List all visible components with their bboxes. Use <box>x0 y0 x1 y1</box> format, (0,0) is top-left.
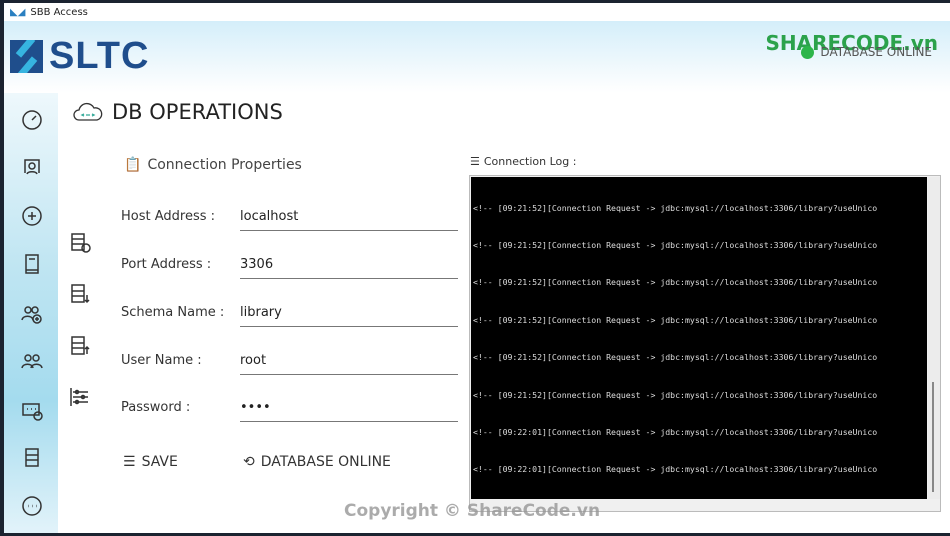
log-output: <!-- [09:21:52][Connection Request -> jd… <box>471 177 927 499</box>
schema-row: Schema Name : library <box>121 301 461 327</box>
cloud-code-icon <box>73 102 103 121</box>
app-icon: ◣◢ <box>10 6 26 18</box>
issue-icon[interactable] <box>20 399 44 423</box>
title-bar: ◣◢ SBB Access <box>4 3 950 21</box>
sync-icon: ⟲ <box>243 454 255 470</box>
log-line: <!-- [09:21:52][Connection Request -> jd… <box>473 277 878 287</box>
app-window: ◣◢ SBB Access SLTC SHARECODE.vn DATABASE… <box>4 3 950 533</box>
user-row: User Name : root <box>121 349 461 375</box>
database-online-button[interactable]: ⟲ DATABASE ONLINE <box>243 454 391 470</box>
member-icon[interactable] <box>20 155 44 179</box>
settings-sliders-icon[interactable] <box>68 385 90 407</box>
window-title: SBB Access <box>30 6 88 18</box>
log-line: <!-- [09:21:52][Connection Request -> jd… <box>473 203 878 213</box>
db-export-icon[interactable] <box>68 334 90 356</box>
password-input[interactable]: •••• <box>240 396 458 422</box>
members-icon[interactable] <box>20 349 44 373</box>
sliders-icon: ☰ <box>123 454 136 470</box>
dashboard-icon[interactable] <box>20 108 44 132</box>
host-row: Host Address : localhost <box>121 205 461 231</box>
add-members-icon[interactable] <box>20 302 44 326</box>
port-row: Port Address :3306 <box>121 253 461 279</box>
list-icon: ☰ <box>470 155 480 168</box>
status-dot-icon <box>801 45 815 59</box>
log-line: <!-- [09:21:52][Connection Request -> jd… <box>473 240 878 250</box>
log-line: <!-- [09:21:52][Connection Request -> jd… <box>473 390 878 400</box>
log-scrollbar[interactable] <box>928 177 940 499</box>
log-line: <!-- [09:22:01][Connection Request -> jd… <box>473 464 878 474</box>
log-line: <!-- [09:21:52][Connection Request -> jd… <box>473 352 878 362</box>
schema-input[interactable]: library <box>240 301 458 327</box>
log-label: ☰ Connection Log : <box>470 155 577 168</box>
connection-log: <!-- [09:21:52][Connection Request -> jd… <box>469 175 941 512</box>
page-title: DB OPERATIONS <box>72 100 283 124</box>
db-status: DATABASE ONLINE <box>801 45 932 59</box>
more-icon[interactable] <box>20 494 44 518</box>
save-button[interactable]: ☰ SAVE <box>123 454 178 470</box>
section-heading: 📋 Connection Properties <box>124 157 302 173</box>
port-input[interactable]: 3306 <box>240 253 458 279</box>
sidebar <box>4 93 58 533</box>
log-line: <!-- [09:22:01][Connection Request -> jd… <box>473 427 878 437</box>
book-icon[interactable] <box>20 252 44 276</box>
list-icon[interactable] <box>20 445 44 469</box>
logo: SLTC <box>10 35 149 78</box>
host-input[interactable]: localhost <box>240 205 458 231</box>
scroll-thumb[interactable] <box>932 382 934 492</box>
clipboard-icon: 📋 <box>124 157 142 173</box>
copyright-footer: Copyright © ShareCode.vn <box>344 501 601 521</box>
password-row: Password : •••• <box>121 396 461 422</box>
header: SLTC SHARECODE.vn DATABASE ONLINE <box>4 21 950 93</box>
add-icon[interactable] <box>20 204 44 228</box>
db-check-icon[interactable] <box>68 231 91 253</box>
log-line: <!-- [09:21:52][Connection Request -> jd… <box>473 315 878 325</box>
db-import-icon[interactable] <box>68 282 90 304</box>
user-input[interactable]: root <box>240 349 458 375</box>
